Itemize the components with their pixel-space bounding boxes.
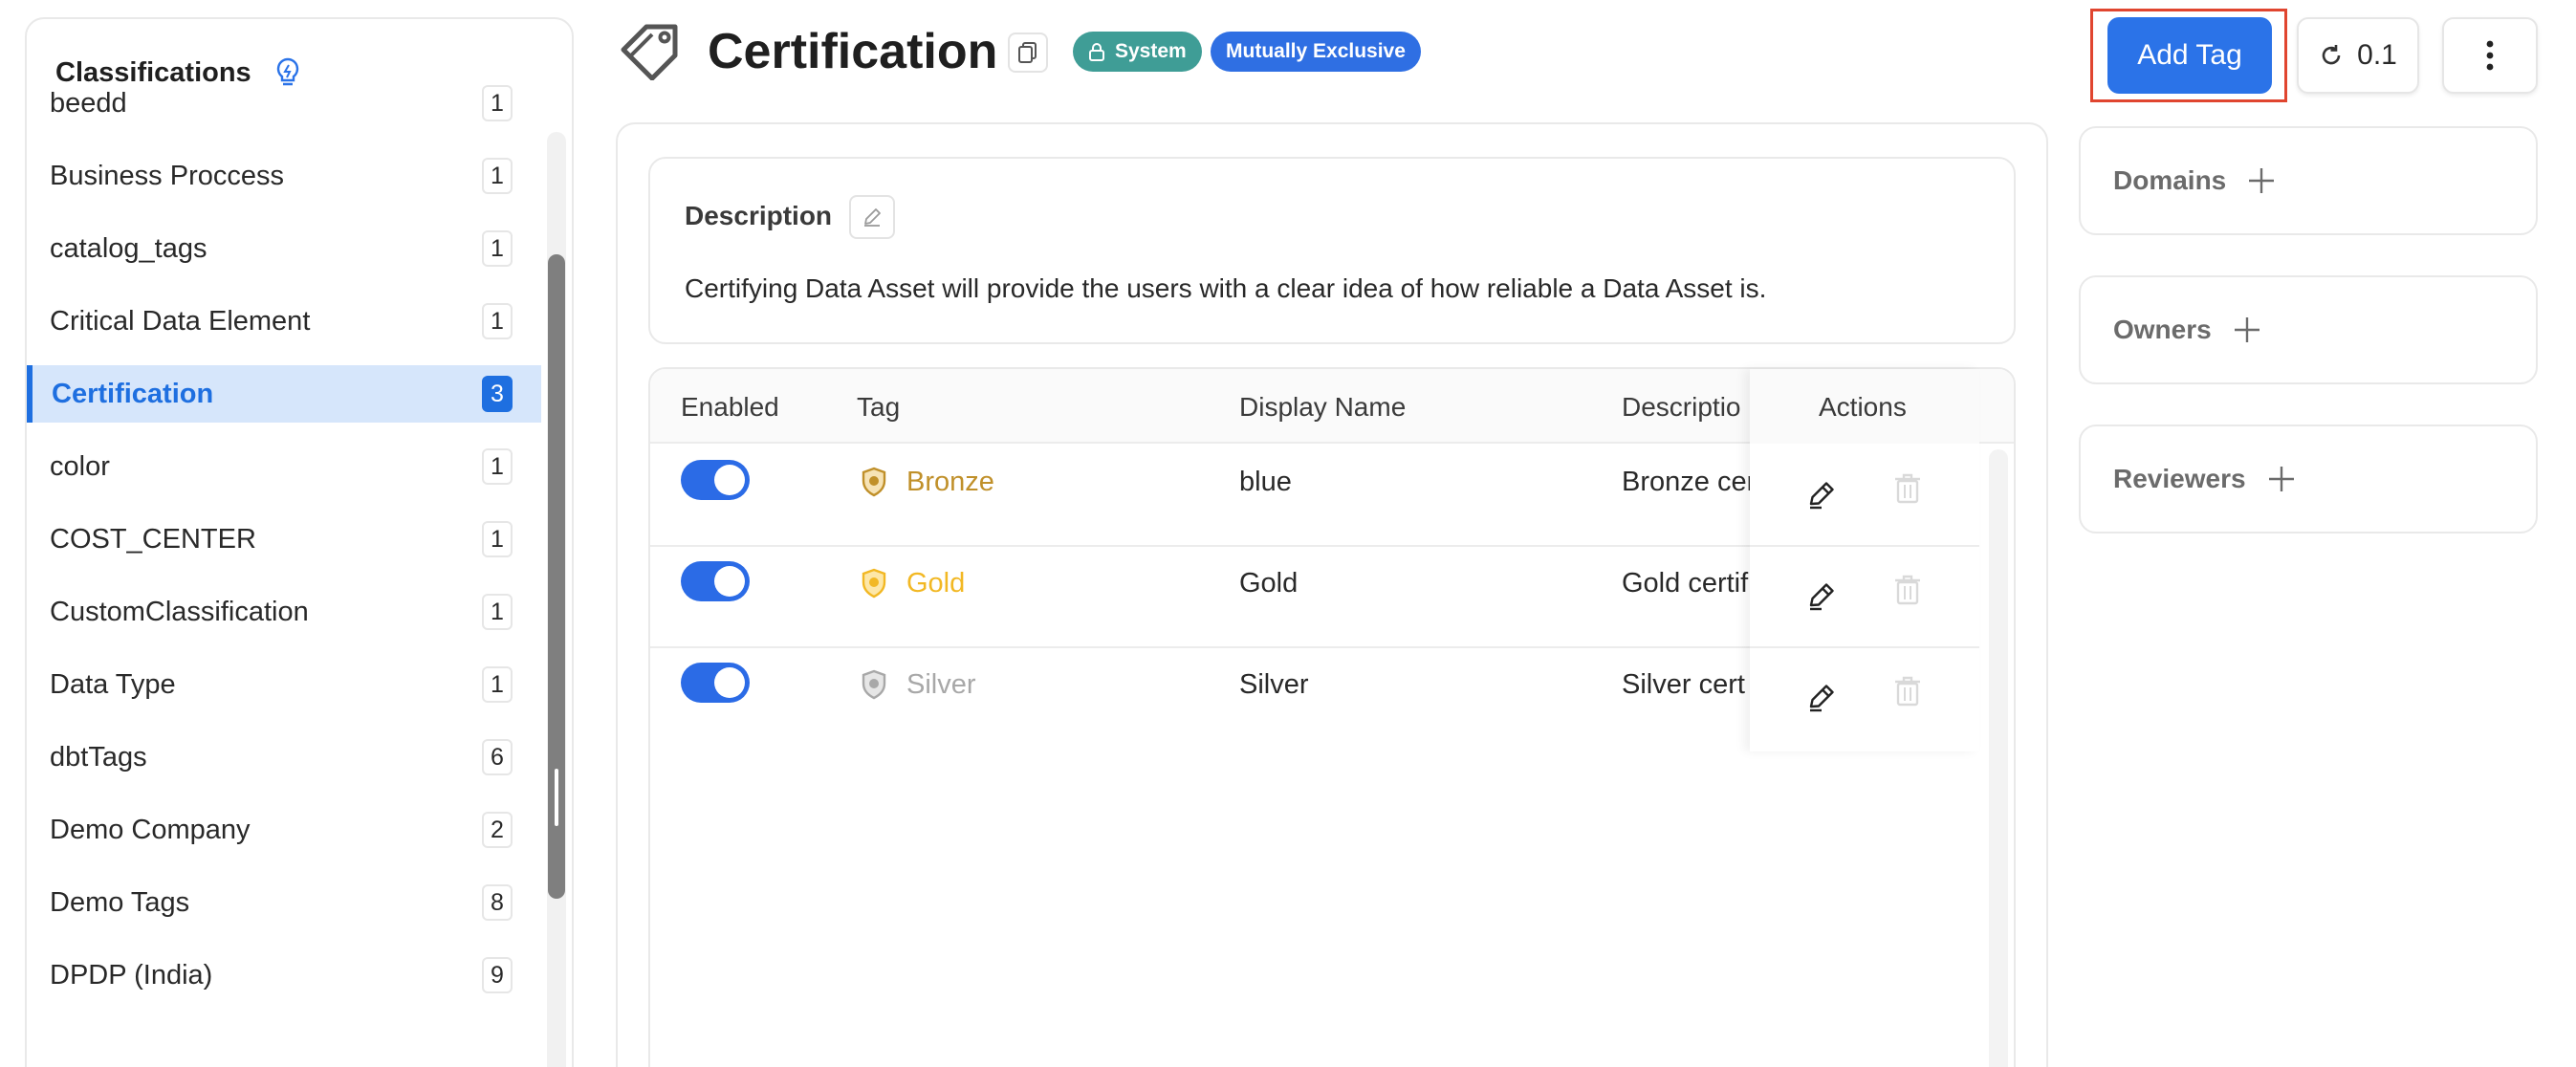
domains-label: Domains <box>2113 165 2227 195</box>
add-reviewer-icon[interactable] <box>2267 465 2296 493</box>
display-name-cell: Silver <box>1239 669 1309 700</box>
classification-count: 1 <box>482 303 513 339</box>
edit-tag-icon[interactable] <box>1805 478 1838 511</box>
display-name-cell: blue <box>1239 467 1292 497</box>
enabled-toggle[interactable] <box>681 561 750 601</box>
tag-name-link[interactable]: Silver <box>906 669 976 701</box>
pencil-icon <box>864 208 881 227</box>
lock-icon <box>1089 43 1104 61</box>
system-badge: System <box>1073 32 1202 72</box>
edit-description-button[interactable] <box>849 195 895 239</box>
classification-label: CustomClassification <box>50 596 309 627</box>
classification-label: Demo Tags <box>50 886 190 918</box>
delete-tag-icon[interactable] <box>1893 472 1922 505</box>
add-tag-button[interactable]: Add Tag <box>2107 17 2272 94</box>
column-header-description[interactable]: Descriptio <box>1622 392 1740 423</box>
description-card <box>648 157 2016 344</box>
tag-name-link[interactable]: Gold <box>906 568 965 599</box>
description-cell: Bronze cer <box>1622 467 1756 497</box>
column-header-tag[interactable]: Tag <box>857 392 900 423</box>
classification-item[interactable]: Demo Tags 8 <box>27 874 541 931</box>
delete-tag-icon[interactable] <box>1893 675 1922 708</box>
reviewers-panel: Reviewers <box>2079 425 2538 534</box>
mutually-exclusive-label: Mutually Exclusive <box>1226 40 1406 62</box>
classification-item[interactable]: color 1 <box>27 438 541 495</box>
classification-item[interactable]: COST_CENTER 1 <box>27 511 541 568</box>
classification-count: 1 <box>482 594 513 630</box>
classification-count: 2 <box>482 812 513 848</box>
classification-count: 3 <box>482 376 513 412</box>
edit-tag-icon[interactable] <box>1805 579 1838 612</box>
kebab-menu-icon <box>2486 40 2494 71</box>
classification-label: beedd <box>50 87 127 119</box>
system-badge-label: System <box>1115 40 1187 62</box>
classification-label: Data Type <box>50 668 176 700</box>
classification-label: DPDP (India) <box>50 959 213 991</box>
classification-count: 1 <box>482 85 513 121</box>
row-divider <box>1750 646 1979 648</box>
row-divider <box>1750 545 1979 547</box>
classification-label: color <box>50 450 110 482</box>
classification-count: 1 <box>482 230 513 267</box>
classification-label: Business Proccess <box>50 160 284 191</box>
domains-panel: Domains <box>2079 126 2538 235</box>
enabled-toggle[interactable] <box>681 663 750 703</box>
owners-label: Owners <box>2113 315 2212 344</box>
add-owner-icon[interactable] <box>2233 316 2261 344</box>
classification-count: 9 <box>482 957 513 993</box>
copy-button[interactable] <box>1008 33 1048 73</box>
classification-item[interactable]: catalog_tags 1 <box>27 220 541 277</box>
tag-icon <box>621 24 678 80</box>
description-cell: Gold certif <box>1622 568 1749 599</box>
certification-shield-icon <box>862 467 886 497</box>
table-scrollbar[interactable] <box>1989 449 2008 1067</box>
copy-icon <box>1018 42 1037 63</box>
classification-count: 1 <box>482 521 513 557</box>
certification-shield-icon <box>862 669 886 700</box>
page-title: Certification <box>708 24 998 79</box>
version-button[interactable]: 0.1 <box>2297 17 2419 94</box>
classification-count: 6 <box>482 739 513 775</box>
classification-item[interactable]: Demo Company 2 <box>27 801 541 859</box>
column-header-actions: Actions <box>1819 392 1907 422</box>
classification-item[interactable]: Data Type 1 <box>27 656 541 713</box>
classification-label: Certification <box>52 378 214 409</box>
reviewers-label: Reviewers <box>2113 464 2246 493</box>
history-icon <box>2322 45 2341 65</box>
description-label: Description <box>685 201 833 230</box>
edit-tag-icon[interactable] <box>1805 681 1838 713</box>
classification-count: 1 <box>482 448 513 485</box>
certification-shield-icon <box>862 568 886 599</box>
description-text: Certifying Data Asset will provide the u… <box>685 273 1767 303</box>
mutually-exclusive-badge: Mutually Exclusive <box>1211 32 1421 72</box>
classification-count: 1 <box>482 666 513 703</box>
enabled-toggle[interactable] <box>681 460 750 500</box>
column-header-display-name[interactable]: Display Name <box>1239 392 1406 423</box>
classification-label: dbtTags <box>50 741 147 773</box>
classification-item-selected[interactable]: Certification 3 <box>27 365 541 423</box>
classification-label: Demo Company <box>50 814 251 845</box>
classification-item[interactable]: Business Proccess 1 <box>27 147 541 205</box>
classification-item[interactable]: CustomClassification 1 <box>27 583 541 641</box>
classification-item[interactable]: dbtTags 6 <box>27 729 541 786</box>
classification-item[interactable]: DPDP (India) 9 <box>27 947 541 1004</box>
column-header-enabled[interactable]: Enabled <box>681 392 779 423</box>
owners-panel: Owners <box>2079 275 2538 384</box>
scrollbar-grip <box>555 769 558 826</box>
classification-label: Critical Data Element <box>50 305 311 337</box>
description-cell: Silver cert <box>1622 669 1745 700</box>
version-label: 0.1 <box>2357 39 2397 71</box>
more-options-button[interactable] <box>2442 17 2538 94</box>
display-name-cell: Gold <box>1239 568 1299 599</box>
delete-tag-icon[interactable] <box>1893 574 1922 606</box>
add-domain-icon[interactable] <box>2247 166 2276 195</box>
classification-item[interactable]: Critical Data Element 1 <box>27 293 541 350</box>
classification-label: catalog_tags <box>50 232 207 264</box>
classification-label: COST_CENTER <box>50 523 256 555</box>
classification-count: 1 <box>482 158 513 194</box>
classification-count: 8 <box>482 884 513 921</box>
classifications-sidebar: Classifications beedd 1 Business Procces… <box>25 17 574 1067</box>
tag-name-link[interactable]: Bronze <box>906 467 994 498</box>
classification-item[interactable]: beedd 1 <box>27 75 541 132</box>
